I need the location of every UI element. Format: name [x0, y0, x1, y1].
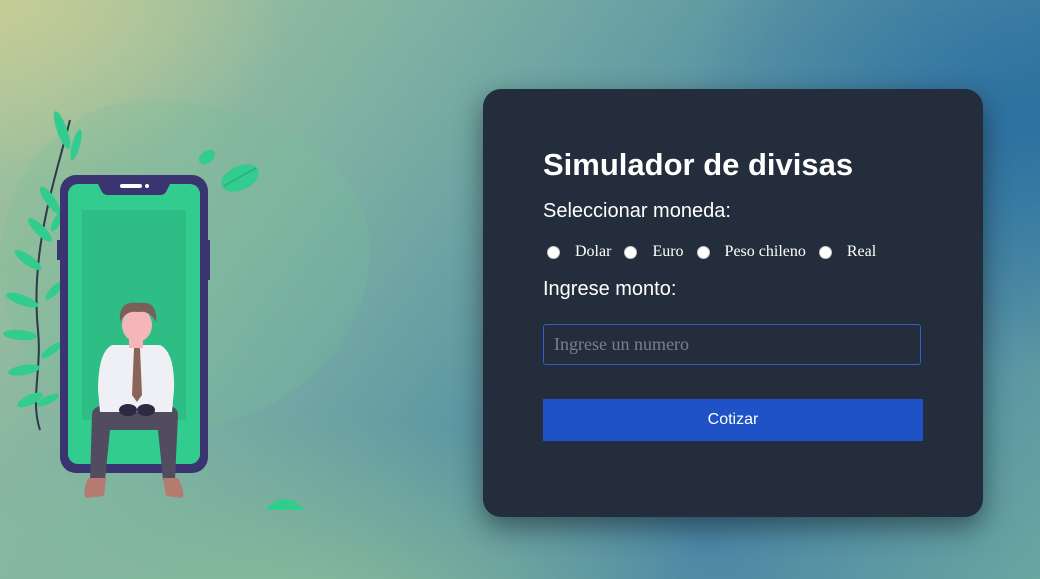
- currency-option-label: Euro: [652, 243, 684, 260]
- cotizar-button[interactable]: Cotizar: [543, 399, 923, 441]
- currency-option-label: Peso chileno: [724, 243, 806, 260]
- person-sitting-on-phone-illustration: [3, 111, 305, 510]
- currency-option-euro[interactable]: Euro: [624, 243, 696, 261]
- radio-button-dolar[interactable]: [547, 245, 560, 259]
- ground-tuft: [265, 499, 305, 510]
- currency-option-peso-chileno[interactable]: Peso chileno: [696, 243, 819, 261]
- page-title: Simulador de divisas: [543, 147, 854, 182]
- currency-option-label: Real: [846, 243, 877, 260]
- amount-label: Ingrese monto:: [543, 278, 677, 300]
- radio-button-peso-chileno[interactable]: [696, 245, 710, 259]
- currency-label: Seleccionar moneda:: [543, 200, 731, 222]
- currency-option-real[interactable]: Real: [818, 243, 889, 261]
- currency-option-label: Dolar: [575, 243, 612, 260]
- currency-radio-group: Dolar Euro Peso chileno Real: [547, 243, 889, 261]
- floating-leaf-small: [198, 149, 216, 165]
- radio-button-euro[interactable]: [624, 245, 638, 259]
- amount-input[interactable]: [543, 324, 921, 365]
- currency-simulator-card: Simulador de divisas Seleccionar moneda:…: [483, 89, 983, 517]
- floating-leaf-large: [221, 164, 259, 192]
- radio-button-real[interactable]: [818, 245, 832, 259]
- currency-option-dolar[interactable]: Dolar: [547, 243, 624, 261]
